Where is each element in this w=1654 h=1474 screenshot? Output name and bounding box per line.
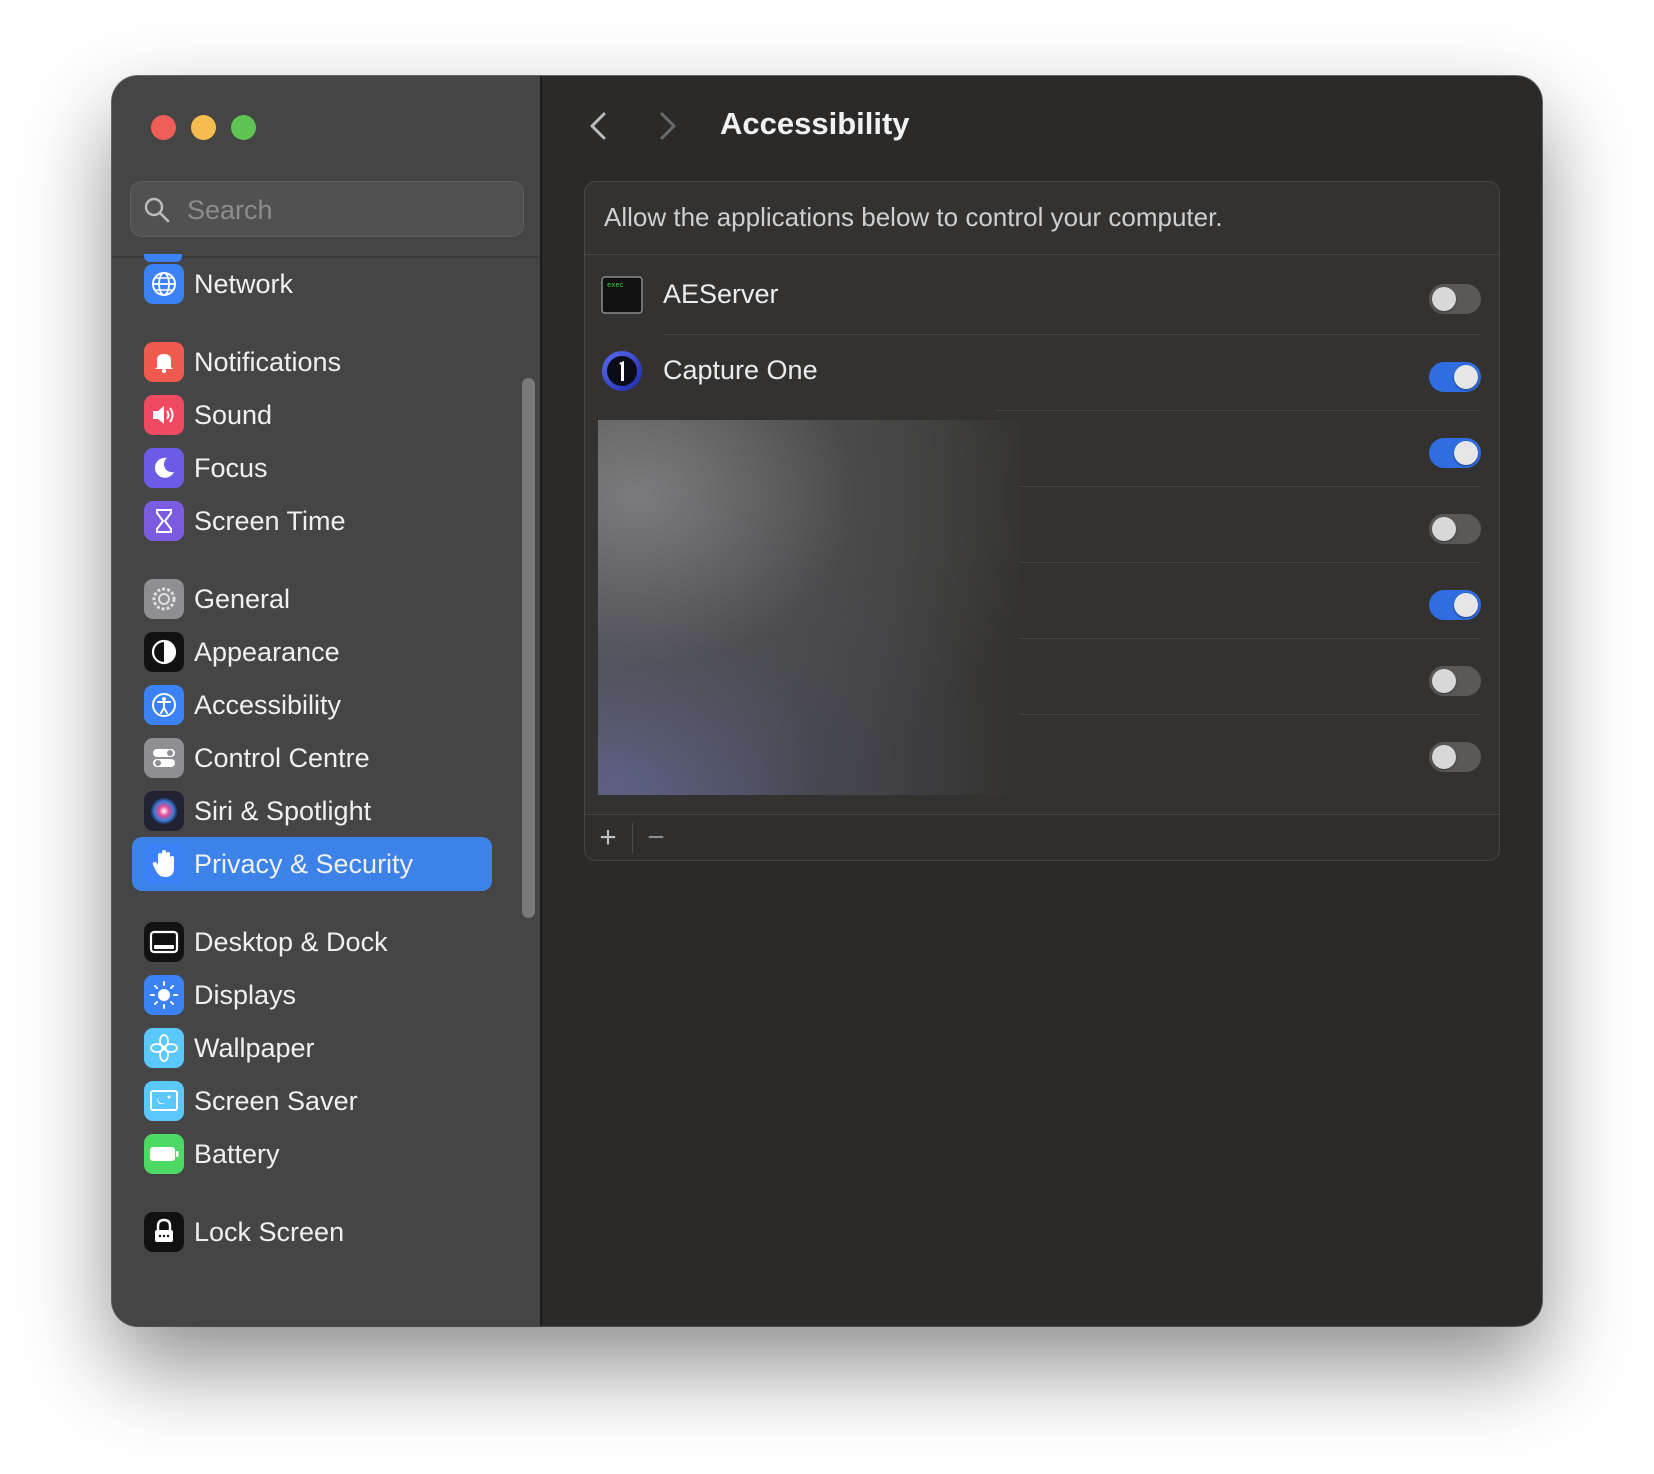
app-permission-toggle[interactable] bbox=[1429, 590, 1481, 620]
exec-terminal-icon: exec bbox=[601, 274, 643, 316]
app-name: Capture One bbox=[663, 355, 818, 385]
sidebar-item-screen-time[interactable]: Screen Time bbox=[132, 494, 492, 548]
sidebar-item-label: Accessibility bbox=[194, 690, 342, 720]
sidebar-item-label: Wallpaper bbox=[194, 1033, 315, 1063]
app-row: exec AEServer bbox=[585, 255, 1499, 335]
appearance-icon bbox=[144, 632, 184, 672]
app-permission-toggle[interactable] bbox=[1429, 438, 1481, 468]
sidebar-item-control-centre[interactable]: Control Centre bbox=[132, 731, 492, 785]
gear-icon bbox=[144, 579, 184, 619]
sidebar-item-network[interactable]: Network bbox=[132, 257, 492, 311]
sidebar-item-label: Screen Time bbox=[194, 506, 346, 536]
redacted-apps-blur bbox=[598, 420, 1020, 795]
sidebar-item-label: Network bbox=[194, 269, 294, 299]
app-permission-toggle[interactable] bbox=[1429, 742, 1481, 772]
toggle-knob bbox=[1454, 593, 1478, 617]
forward-button[interactable] bbox=[650, 106, 684, 146]
settings-window: Network Notifications Sound Focus Screen Tim… bbox=[112, 76, 1542, 1326]
toggle-knob bbox=[1432, 517, 1456, 541]
sidebar-item-notifications[interactable]: Notifications bbox=[132, 335, 492, 389]
flower-icon bbox=[144, 1028, 184, 1068]
screensaver-icon bbox=[144, 1081, 184, 1121]
dock-icon bbox=[144, 922, 184, 962]
sidebar-item-sound[interactable]: Sound bbox=[132, 388, 492, 442]
main-content: Accessibility Allow the applications bel… bbox=[542, 76, 1542, 1326]
sidebar-item-wallpaper[interactable]: Wallpaper bbox=[132, 1021, 492, 1075]
hand-icon bbox=[144, 844, 184, 884]
sidebar: Network Notifications Sound Focus Screen Tim… bbox=[112, 76, 542, 1326]
toggle-knob bbox=[1432, 287, 1456, 311]
sidebar-item-general[interactable]: General bbox=[132, 572, 492, 626]
sidebar-scrollbar[interactable] bbox=[522, 378, 535, 918]
switches-icon bbox=[144, 738, 184, 778]
sidebar-item-label: Appearance bbox=[194, 637, 340, 667]
app-permission-toggle[interactable] bbox=[1429, 362, 1481, 392]
sidebar-item-focus[interactable]: Focus bbox=[132, 441, 492, 495]
battery-icon bbox=[144, 1134, 184, 1174]
toggle-knob bbox=[1432, 745, 1456, 769]
app-row: Capture One bbox=[585, 331, 1499, 411]
sidebar-item-label: Focus bbox=[194, 453, 268, 483]
back-button[interactable] bbox=[582, 106, 616, 146]
sidebar-item-label: Control Centre bbox=[194, 743, 370, 773]
sidebar-item-screen-saver[interactable]: Screen Saver bbox=[132, 1074, 492, 1128]
add-app-button[interactable]: + bbox=[595, 821, 621, 855]
sidebar-item-displays[interactable]: Displays bbox=[132, 968, 492, 1022]
hourglass-icon bbox=[144, 501, 184, 541]
sidebar-item-label: Lock Screen bbox=[194, 1217, 345, 1247]
sidebar-item-label: Screen Saver bbox=[194, 1086, 358, 1116]
app-permission-toggle[interactable] bbox=[1429, 514, 1481, 544]
app-name: AEServer bbox=[663, 279, 779, 309]
siri-icon bbox=[144, 791, 184, 831]
globe-icon bbox=[144, 264, 184, 304]
footer-divider bbox=[632, 823, 633, 853]
sidebar-item-label: Notifications bbox=[194, 347, 342, 377]
toggle-knob bbox=[1454, 365, 1478, 389]
moon-icon bbox=[144, 448, 184, 488]
remove-app-button[interactable]: − bbox=[643, 821, 669, 855]
sidebar-item-label: Siri & Spotlight bbox=[194, 796, 372, 826]
sidebar-item-label: Displays bbox=[194, 980, 297, 1010]
app-permissions-panel: Allow the applications below to control … bbox=[584, 181, 1500, 861]
svg-text:exec: exec bbox=[607, 282, 624, 290]
panel-footer: + − bbox=[585, 814, 1499, 860]
speaker-icon bbox=[144, 395, 184, 435]
sidebar-list: Network Notifications Sound Focus Screen Tim… bbox=[112, 76, 540, 1326]
sidebar-item-label: Desktop & Dock bbox=[194, 927, 388, 957]
app-permission-toggle[interactable] bbox=[1429, 666, 1481, 696]
sidebar-item-label: Sound bbox=[194, 400, 273, 430]
sidebar-item-label: Battery bbox=[194, 1139, 280, 1169]
sidebar-item-battery[interactable]: Battery bbox=[132, 1127, 492, 1181]
capture-one-icon bbox=[601, 350, 643, 392]
panel-description: Allow the applications below to control … bbox=[604, 202, 1223, 232]
sidebar-item-desktop-dock[interactable]: Desktop & Dock bbox=[132, 915, 492, 969]
toggle-knob bbox=[1432, 669, 1456, 693]
sidebar-item-label: Privacy & Security bbox=[194, 849, 414, 879]
sidebar-item-appearance[interactable]: Appearance bbox=[132, 625, 492, 679]
sidebar-item-accessibility[interactable]: Accessibility bbox=[132, 678, 492, 732]
sidebar-item-label: General bbox=[194, 584, 291, 614]
lock-icon bbox=[144, 1212, 184, 1252]
toggle-knob bbox=[1454, 441, 1478, 465]
sidebar-item-siri-spotlight[interactable]: Siri & Spotlight bbox=[132, 784, 492, 838]
sun-icon bbox=[144, 975, 184, 1015]
page-title: Accessibility bbox=[720, 106, 910, 141]
sidebar-item-lock-screen[interactable]: Lock Screen bbox=[132, 1205, 492, 1259]
sidebar-item-privacy-security[interactable]: Privacy & Security bbox=[132, 837, 492, 891]
bell-icon bbox=[144, 342, 184, 382]
accessibility-icon bbox=[144, 685, 184, 725]
app-permission-toggle[interactable] bbox=[1429, 284, 1481, 314]
